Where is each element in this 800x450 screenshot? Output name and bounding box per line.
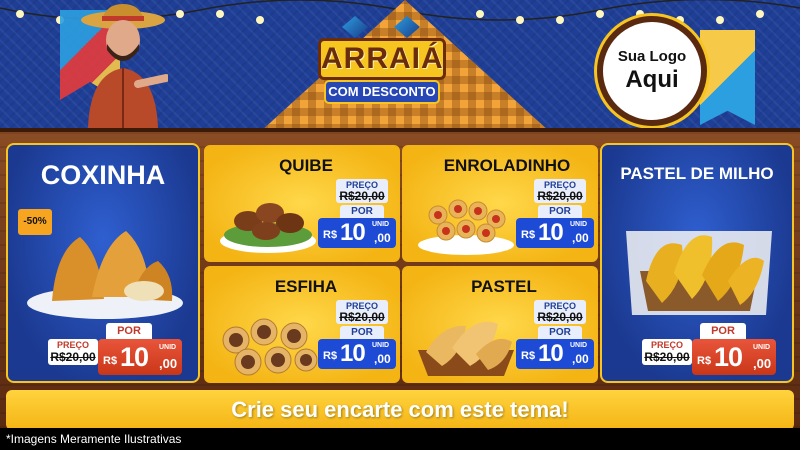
your-logo-placeholder[interactable]: Sua Logo Aqui [597, 16, 707, 126]
old-price: R$20,00 [537, 310, 583, 324]
man-with-hat-illustration [81, 4, 168, 128]
price-cents: ,00 [374, 231, 391, 245]
old-price: R$20,00 [339, 310, 385, 324]
price-integer: 10 [714, 342, 743, 372]
sausage-roll-icon [418, 199, 514, 255]
new-price: R$ 10 UNID ,00 [692, 339, 776, 375]
unit-label: UNID [372, 342, 390, 349]
kibbeh-icon [220, 203, 316, 253]
old-price-tag: PREÇO R$20,00 [534, 179, 586, 203]
price-block: PREÇO R$20,00 POR R$ 10 UNID ,00 [516, 179, 594, 261]
price-integer: 10 [538, 340, 564, 367]
old-price-tag: PREÇO R$20,00 [336, 300, 388, 324]
price-integer: 10 [340, 219, 366, 246]
price-block: POR PREÇO R$20,00 R$ 10 UNID ,00 [614, 323, 786, 383]
unit-label: UNID [753, 344, 771, 351]
product-title: QUIBE [279, 156, 333, 175]
currency: R$ [521, 229, 536, 241]
product-card-coxinha[interactable]: COXINHA -50% POR PREÇO R$20,00 R$ 10 UNI… [6, 143, 200, 383]
product-card-enroladinho[interactable]: ENROLADINHO PREÇO R$20,00 POR R$ 10 UNID… [402, 145, 598, 262]
product-title: ESFIHA [274, 277, 338, 296]
por-label: POR [340, 205, 384, 219]
old-price: R$20,00 [50, 350, 96, 364]
price-cents: ,00 [572, 231, 589, 245]
balloon-icon [342, 16, 368, 38]
product-card-pastel-de-milho[interactable]: PASTEL DE MILHO POR PREÇO R$20,00 R$ 10 … [600, 143, 794, 383]
new-price: R$ 10 UNID ,00 [318, 218, 396, 248]
product-card-quibe[interactable]: QUIBE PREÇO R$20,00 POR R$ 10 UNID ,00 [204, 145, 400, 262]
price-integer: 10 [120, 342, 149, 372]
price-cents: ,00 [572, 352, 589, 366]
pastel-icon [418, 321, 514, 376]
unit-label: UNID [570, 221, 588, 228]
price-block: POR PREÇO R$20,00 R$ 10 UNID ,00 [20, 323, 192, 383]
price-cents: ,00 [753, 356, 772, 371]
currency: R$ [103, 355, 118, 367]
new-price: R$ 10 UNID ,00 [516, 339, 594, 369]
arraia-logo: ARRAIÁ COM DESCONTO [312, 10, 452, 122]
price-block: PREÇO R$20,00 POR R$ 10 UNID ,00 [318, 179, 396, 261]
unit-label: UNID [372, 221, 390, 228]
currency: R$ [323, 350, 338, 362]
corn-pastel-basket-icon [626, 231, 772, 315]
product-card-esfiha[interactable]: ESFIHA PREÇO R$20,00 POR R$ 10 UNID ,00 [204, 266, 400, 383]
unit-label: UNID [159, 344, 177, 351]
product-title: COXINHA [40, 160, 166, 190]
product-title: ENROLADINHO [443, 156, 571, 175]
new-price: R$ 10 UNID ,00 [318, 339, 396, 369]
por-label: POR [700, 323, 746, 339]
product-title: PASTEL [471, 277, 537, 296]
disclaimer-footnote: *Imagens Meramente Ilustrativas [0, 428, 800, 450]
price-block: PREÇO R$20,00 POR R$ 10 UNID ,00 [318, 300, 396, 382]
preco-label: PREÇO [650, 340, 683, 350]
your-logo-line1: Sua Logo [617, 48, 687, 65]
new-price: R$ 10 UNID ,00 [516, 218, 594, 248]
coxinha-icon [27, 231, 183, 319]
old-price: R$20,00 [537, 189, 583, 203]
product-title: PASTEL DE MILHO [620, 164, 774, 183]
currency: R$ [697, 355, 712, 367]
old-price: R$20,00 [644, 350, 690, 364]
your-logo-line2: Aqui [625, 66, 679, 93]
por-label: POR [538, 205, 582, 219]
festa-flag-right [700, 30, 755, 125]
esfiha-icon [222, 318, 318, 376]
por-label: POR [106, 323, 152, 339]
currency: R$ [323, 229, 338, 241]
price-cents: ,00 [374, 352, 391, 366]
old-price-tag: PREÇO R$20,00 [48, 339, 98, 365]
por-label: POR [340, 326, 384, 340]
logo-title-arraia: ARRAIÁ [318, 38, 446, 80]
price-integer: 10 [538, 219, 564, 246]
old-price-tag: PREÇO R$20,00 [336, 179, 388, 203]
product-card-pastel[interactable]: PASTEL PREÇO R$20,00 POR R$ 10 UNID ,00 [402, 266, 598, 383]
price-integer: 10 [340, 340, 366, 367]
old-price-tag: PREÇO R$20,00 [642, 339, 692, 365]
por-label: POR [538, 326, 582, 340]
old-price: R$20,00 [339, 189, 385, 203]
header-band: ARRAIÁ COM DESCONTO Sua Logo Aqui [0, 0, 800, 132]
call-to-action-banner[interactable]: Crie seu encarte com este tema! [6, 390, 794, 430]
new-price: R$ 10 UNID ,00 [98, 339, 182, 375]
currency: R$ [521, 350, 536, 362]
price-cents: ,00 [159, 356, 178, 371]
price-block: PREÇO R$20,00 POR R$ 10 UNID ,00 [516, 300, 594, 382]
logo-subtitle: COM DESCONTO [324, 80, 440, 104]
preco-label: PREÇO [56, 340, 89, 350]
unit-label: UNID [570, 342, 588, 349]
old-price-tag: PREÇO R$20,00 [534, 300, 586, 324]
balloon-icon [394, 16, 420, 38]
